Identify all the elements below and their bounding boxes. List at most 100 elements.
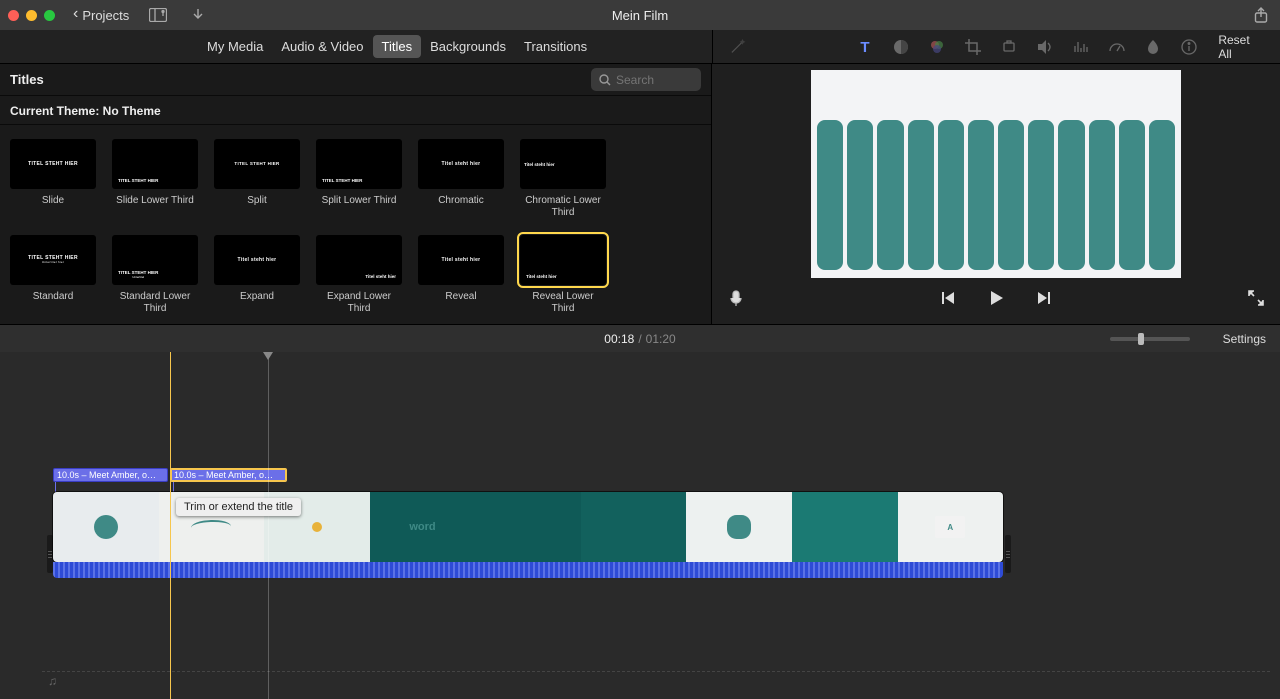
title-thumb[interactable]: TITEL STEHT HIER	[316, 139, 402, 189]
title-label: Split	[214, 195, 300, 207]
projects-label: Projects	[82, 8, 129, 23]
preview-canvas[interactable]	[811, 70, 1181, 278]
playhead[interactable]	[170, 352, 171, 699]
voiceover-icon[interactable]	[726, 288, 746, 308]
title-thumb[interactable]: Titel steht hier	[418, 139, 504, 189]
title-thumb[interactable]: Titel steht hier	[214, 235, 300, 285]
title-preset-split[interactable]: TITEL STEHT HIER Split	[214, 139, 300, 219]
clip-connector	[173, 482, 174, 492]
timeline[interactable]: 10.0s – Meet Amber, o… 10.0s – Meet Ambe…	[0, 352, 1280, 699]
magic-wand-icon[interactable]	[729, 38, 746, 56]
total-time: 01:20	[646, 332, 676, 346]
clip-edge-right[interactable]	[1005, 535, 1011, 573]
skimmer-playhead[interactable]	[268, 356, 269, 699]
titles-grid: TITEL STEHT HIER Slide TITEL STEHT HIER Sli…	[0, 125, 711, 315]
inspector-bar: T Reset All	[712, 30, 1280, 63]
title-label: Slide	[10, 195, 96, 207]
info-icon[interactable]	[1180, 38, 1198, 56]
minimize-icon[interactable]	[26, 10, 37, 21]
title-label: Expand	[214, 291, 300, 303]
title-preset-chromatic-lower-third[interactable]: Titel steht hier Chromatic Lower Third	[520, 139, 606, 219]
clip-filter-icon[interactable]	[1144, 38, 1162, 56]
frame-text: A	[935, 516, 965, 538]
title-preset-standard-lower-third[interactable]: TITEL STEHT HIERUntertitel Standard Lower…	[112, 235, 198, 315]
title-clip-2[interactable]: 10.0s – Meet Amber, o…	[170, 468, 287, 482]
share-icon[interactable]	[1250, 4, 1272, 26]
search-field[interactable]	[591, 68, 701, 91]
library-tab-row: My Media Audio & Video Titles Background…	[0, 30, 1280, 64]
title-preset-split-lower-third[interactable]: TITEL STEHT HIERSplit Lower Third	[316, 139, 402, 219]
settings-button[interactable]: Settings	[1223, 332, 1266, 346]
title-label: Chromatic	[418, 195, 504, 207]
current-time: 00:18	[604, 332, 634, 346]
zoom-slider[interactable]	[1110, 337, 1190, 341]
title-preset-expand-lower-third[interactable]: Titel steht hier Expand Lower Third	[316, 235, 402, 315]
zoom-knob[interactable]	[1138, 333, 1144, 345]
project-title: Mein Film	[612, 8, 668, 23]
chevron-left-icon: ‹	[73, 5, 78, 23]
search-input[interactable]	[616, 73, 686, 87]
trim-tooltip: Trim or extend the title	[176, 498, 301, 516]
browser-heading: Titles	[10, 72, 44, 87]
frame-text: word	[409, 521, 435, 533]
stabilization-icon[interactable]	[1000, 38, 1018, 56]
title-preset-expand[interactable]: Titel steht hier Expand	[214, 235, 300, 315]
title-thumb[interactable]: TITEL STEHT HIERUntertitel	[112, 235, 198, 285]
tab-titles[interactable]: Titles	[373, 35, 422, 58]
title-label: Chromatic Lower Third	[520, 195, 606, 219]
title-clip-1[interactable]: 10.0s – Meet Amber, o…	[53, 468, 168, 482]
prev-button[interactable]	[938, 288, 958, 308]
noise-reduction-icon[interactable]	[1072, 38, 1090, 56]
svg-text:T: T	[861, 39, 870, 56]
window-controls	[8, 10, 55, 21]
search-icon	[599, 74, 611, 86]
import-icon[interactable]	[187, 4, 209, 26]
play-button[interactable]	[986, 288, 1006, 308]
title-preset-slide[interactable]: TITEL STEHT HIER Slide	[10, 139, 96, 219]
maximize-icon[interactable]	[44, 10, 55, 21]
title-label: Expand Lower Third	[316, 291, 402, 315]
title-thumb[interactable]: Titel steht hier	[520, 139, 606, 189]
titlebar: ‹ Projects Mein Film	[0, 0, 1280, 30]
music-icon: ♫	[48, 674, 57, 688]
crop-icon[interactable]	[964, 38, 982, 56]
title-preset-reveal-lower-third[interactable]: Titel steht hier Reveal Lower Third	[520, 235, 606, 315]
projects-back-button[interactable]: ‹ Projects	[73, 7, 129, 23]
title-thumb[interactable]: TITEL STEHT HIER	[10, 139, 96, 189]
music-lane[interactable]: ♫	[42, 671, 1270, 689]
speed-icon[interactable]	[1108, 38, 1126, 56]
library-toggle-icon[interactable]	[147, 4, 169, 26]
title-thumb[interactable]: Titel steht hier	[418, 235, 504, 285]
title-label: Standard Lower Third	[112, 291, 198, 315]
title-preset-chromatic[interactable]: Titel steht hier Chromatic	[418, 139, 504, 219]
titles-browser: Titles Current Theme: No Theme TITEL STE…	[0, 64, 712, 324]
title-preset-reveal[interactable]: Titel steht hierReveal	[418, 235, 504, 315]
tab-transitions[interactable]: Transitions	[515, 35, 596, 58]
library-tabs: My Media Audio & Video Titles Background…	[198, 35, 596, 58]
close-icon[interactable]	[8, 10, 19, 21]
title-label: Standard	[10, 291, 96, 303]
fullscreen-icon[interactable]	[1246, 288, 1266, 308]
title-preset-standard[interactable]: TITEL STEHT HIERUntertitel hier Standard	[10, 235, 96, 315]
title-thumb[interactable]: Titel steht hier	[520, 235, 606, 285]
reset-all-button[interactable]: Reset All	[1218, 33, 1264, 61]
tab-my-media[interactable]: My Media	[198, 35, 272, 58]
color-correction-icon[interactable]	[928, 38, 946, 56]
title-thumb[interactable]: TITEL STEHT HIERUntertitel hier	[10, 235, 96, 285]
viewer-panel	[712, 64, 1280, 324]
color-balance-icon[interactable]	[892, 38, 910, 56]
next-button[interactable]	[1034, 288, 1054, 308]
title-label: Reveal Lower Third	[520, 291, 606, 315]
title-label: Slide Lower Third	[112, 195, 198, 207]
tab-audio-video[interactable]: Audio & Video	[272, 35, 372, 58]
clip-connector	[55, 482, 56, 492]
text-inspector-icon[interactable]: T	[856, 38, 874, 56]
title-thumb[interactable]: TITEL STEHT HIER	[214, 139, 300, 189]
tab-backgrounds[interactable]: Backgrounds	[421, 35, 515, 58]
volume-icon[interactable]	[1036, 38, 1054, 56]
audio-track[interactable]	[53, 562, 1003, 578]
title-thumb[interactable]: TITEL STEHT HIER	[112, 139, 198, 189]
title-preset-slide-lower-third[interactable]: TITEL STEHT HIER Slide Lower Third	[112, 139, 198, 219]
inspector-icons: T	[856, 38, 1198, 56]
title-thumb[interactable]: Titel steht hier	[316, 235, 402, 285]
